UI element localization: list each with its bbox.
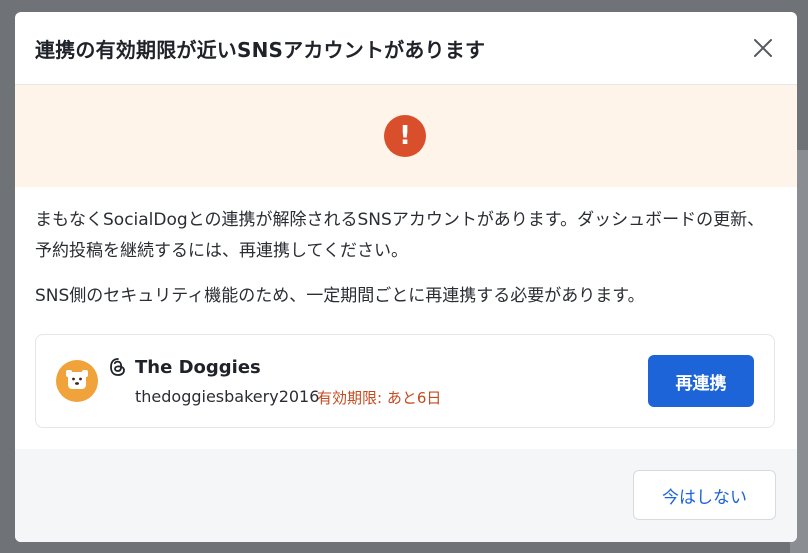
account-expiry: 有効期限: あと6日 [317,389,442,407]
close-icon [754,39,772,57]
dialog-title: 連携の有効期限が近いSNSアカウントがあります [35,38,486,62]
exclamation-icon: ! [384,115,426,157]
not-now-button[interactable]: 今はしない [633,470,776,520]
threads-icon [110,358,125,376]
dialog-body: まもなくSocialDogとの連携が解除されるSNSアカウントがあります。ダッシ… [15,187,797,312]
expiring-accounts-dialog: 連携の有効期限が近いSNSアカウントがあります ! まもなくSocialDogと… [15,12,797,542]
account-name: The Doggies [135,357,261,378]
dog-avatar-icon [56,360,98,402]
account-card: The Doggies thedoggiesbakery2016 有効期限: あ… [35,334,775,428]
alert-banner: ! [15,85,797,187]
dialog-footer: 今はしない [15,449,797,542]
message-expiry-notice: まもなくSocialDogとの連携が解除されるSNSアカウントがあります。ダッシ… [35,210,765,261]
close-button[interactable] [751,36,775,60]
dialog-header: 連携の有効期限が近いSNSアカウントがあります [15,12,797,85]
account-handle: thedoggiesbakery2016 [135,387,320,406]
message-security-note: SNS側のセキュリティ機能のため、一定期間ごとに再連携する必要があります。 [35,286,645,306]
reconnect-button[interactable]: 再連携 [648,355,754,407]
